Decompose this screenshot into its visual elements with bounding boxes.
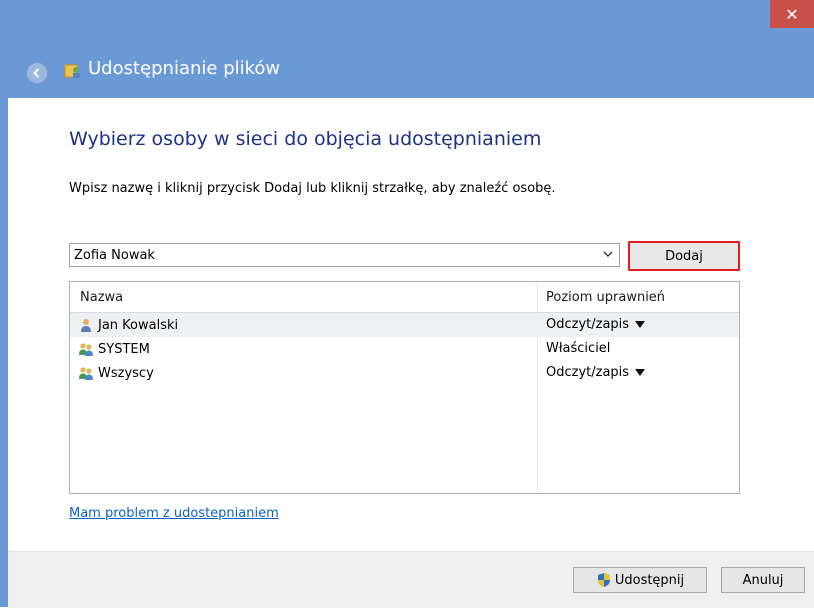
dropdown-arrow-icon[interactable] — [635, 321, 646, 328]
back-button[interactable] — [26, 62, 48, 84]
chevron-down-icon[interactable] — [603, 249, 613, 259]
dropdown-arrow-icon[interactable] — [635, 369, 646, 376]
name-input[interactable] — [70, 244, 598, 267]
user-group-icon — [79, 343, 93, 356]
dialog-content: Wybierz osoby w sieci do objęcia udostęp… — [8, 98, 814, 551]
sharing-list: Nazwa Poziom uprawnień Jan Kowalski Odcz… — [69, 281, 740, 494]
user-icon — [81, 319, 91, 332]
back-arrow-icon — [33, 68, 40, 78]
close-icon: ✕ — [785, 4, 799, 24]
list-item[interactable]: Jan Kowalski Odczyt/zapis — [70, 313, 739, 337]
title-bar: ✕ Udostępnianie plików — [0, 0, 814, 98]
share-button[interactable]: Udostępnij — [573, 567, 707, 593]
user-name: SYSTEM — [98, 341, 150, 357]
list-header: Nazwa Poziom uprawnień — [70, 282, 739, 313]
list-item[interactable]: Wszyscy Odczyt/zapis — [70, 361, 739, 385]
cancel-button[interactable]: Anuluj — [721, 567, 805, 593]
user-name: Jan Kowalski — [98, 317, 179, 333]
window-title: Udostępnianie plików — [88, 58, 281, 79]
file-sharing-icon — [64, 64, 80, 78]
share-button-label: Udostępnij — [614, 572, 685, 588]
uac-shield-icon — [597, 573, 610, 587]
share-dialog-window: ✕ Udostępnianie plików Wybierz osoby w s… — [0, 0, 814, 608]
sharing-help-link[interactable]: Mam problem z udostepnianiem — [69, 506, 279, 521]
column-header-name[interactable]: Nazwa — [80, 290, 123, 305]
permission-level: Odczyt/zapis — [546, 365, 630, 380]
permission-dropdown[interactable]: Odczyt/zapis — [546, 317, 646, 332]
close-button[interactable]: ✕ — [770, 0, 814, 28]
add-button-label: Dodaj — [665, 248, 703, 264]
column-header-permission[interactable]: Poziom uprawnień — [546, 290, 665, 305]
dialog-footer: Udostępnij Anuluj — [8, 551, 814, 608]
instruction-text: Wpisz nazwę i kliknij przycisk Dodaj lub… — [69, 181, 556, 196]
cancel-button-label: Anuluj — [742, 572, 784, 588]
name-combobox[interactable] — [69, 243, 620, 267]
permission-level: Właściciel — [546, 341, 611, 356]
permission-dropdown[interactable]: Odczyt/zapis — [546, 365, 646, 380]
add-button[interactable]: Dodaj — [628, 241, 740, 271]
page-heading: Wybierz osoby w sieci do objęcia udostęp… — [69, 128, 542, 150]
permission-level: Odczyt/zapis — [546, 317, 630, 332]
user-group-icon — [79, 367, 93, 380]
permission-level-static: Właściciel — [546, 341, 610, 356]
user-name: Wszyscy — [98, 365, 154, 381]
list-item[interactable]: SYSTEM Właściciel — [70, 337, 739, 361]
